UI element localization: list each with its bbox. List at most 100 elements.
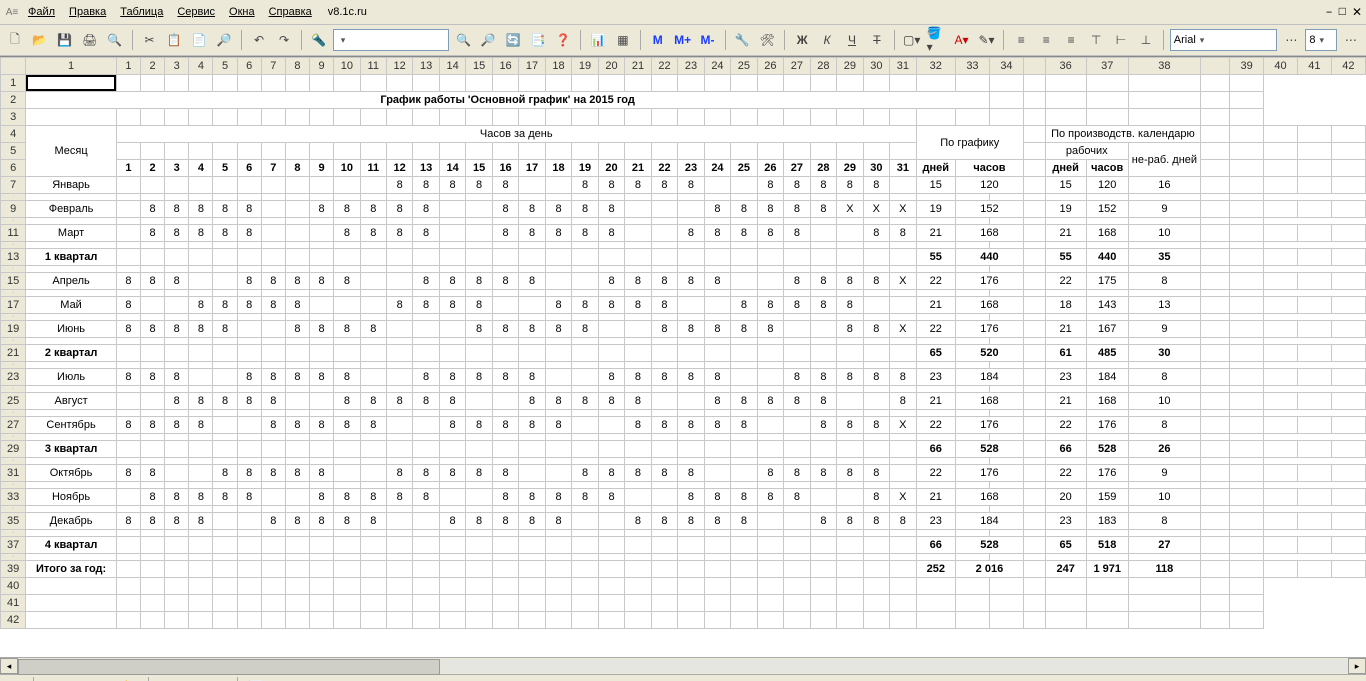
cell[interactable] — [837, 489, 863, 506]
cell[interactable] — [1264, 369, 1298, 386]
cell[interactable]: Х — [863, 201, 889, 218]
header-cell[interactable]: 31 — [1, 465, 26, 482]
cell[interactable]: 8 — [863, 417, 889, 434]
cell[interactable] — [916, 290, 955, 297]
cell[interactable]: 8 — [837, 321, 863, 338]
cell[interactable] — [545, 369, 571, 386]
cell[interactable]: 8 — [334, 513, 360, 530]
cell[interactable] — [285, 537, 309, 554]
cell[interactable] — [1230, 506, 1264, 513]
cell[interactable] — [625, 458, 651, 465]
cell[interactable] — [916, 410, 955, 417]
cell[interactable] — [360, 482, 386, 489]
cell[interactable] — [704, 338, 730, 345]
cell[interactable] — [757, 561, 783, 578]
cell[interactable] — [890, 109, 916, 126]
cell[interactable] — [213, 314, 237, 321]
cell[interactable] — [310, 290, 334, 297]
cell[interactable] — [598, 321, 624, 338]
cell[interactable] — [439, 554, 465, 561]
cell[interactable] — [466, 506, 492, 513]
cell[interactable]: 26 — [757, 160, 783, 177]
cell[interactable] — [651, 482, 677, 489]
cell[interactable] — [310, 537, 334, 554]
cell[interactable]: 30 — [863, 160, 889, 177]
cell[interactable] — [757, 554, 783, 561]
cell[interactable] — [165, 290, 189, 297]
cell[interactable] — [1023, 362, 1045, 369]
header-cell[interactable]: 11 — [1, 225, 26, 242]
cell[interactable] — [141, 290, 165, 297]
cell[interactable]: 8 — [651, 465, 677, 482]
cell[interactable] — [731, 578, 757, 595]
cell[interactable] — [519, 338, 545, 345]
cell[interactable]: 8 — [810, 297, 836, 314]
cell[interactable] — [261, 345, 285, 362]
cell[interactable] — [519, 242, 545, 249]
cell[interactable] — [285, 489, 309, 506]
cell[interactable] — [386, 314, 412, 321]
cell[interactable] — [116, 338, 140, 345]
cell[interactable] — [545, 218, 571, 225]
cell[interactable] — [625, 578, 651, 595]
cell[interactable] — [1201, 417, 1230, 434]
cell[interactable] — [955, 458, 989, 465]
cell[interactable]: 8 — [310, 489, 334, 506]
cell[interactable] — [545, 314, 571, 321]
cell[interactable] — [519, 345, 545, 362]
cell[interactable] — [784, 530, 810, 537]
cell[interactable] — [651, 143, 677, 160]
cell[interactable] — [26, 266, 117, 273]
cell[interactable] — [704, 561, 730, 578]
cell[interactable] — [1086, 362, 1128, 369]
cell[interactable] — [757, 578, 783, 595]
cell[interactable] — [519, 266, 545, 273]
cell[interactable] — [492, 482, 518, 489]
cell[interactable]: 8 — [165, 513, 189, 530]
cell[interactable] — [989, 458, 1023, 465]
cell[interactable] — [413, 314, 439, 321]
cell[interactable] — [625, 554, 651, 561]
cell[interactable]: 8 — [141, 513, 165, 530]
cell[interactable] — [237, 578, 261, 595]
cell[interactable]: рабочих — [1045, 143, 1128, 160]
cell[interactable] — [26, 595, 117, 612]
cell[interactable] — [237, 177, 261, 194]
cell[interactable]: 8 — [625, 513, 651, 530]
cell[interactable] — [678, 482, 704, 489]
cell[interactable] — [572, 537, 598, 554]
cell[interactable] — [598, 338, 624, 345]
cell[interactable] — [678, 266, 704, 273]
cell[interactable]: 8 — [890, 225, 916, 242]
cell[interactable] — [731, 143, 757, 160]
header-cell[interactable]: 20 — [1, 338, 26, 345]
cell[interactable]: 8 — [572, 393, 598, 410]
cell[interactable] — [310, 441, 334, 458]
cell[interactable] — [890, 506, 916, 513]
cell[interactable] — [863, 561, 889, 578]
cell[interactable] — [261, 201, 285, 218]
cell[interactable]: 22 — [651, 160, 677, 177]
cell[interactable] — [545, 177, 571, 194]
cell[interactable]: 8 — [704, 273, 730, 290]
header-cell[interactable]: 15 — [466, 58, 492, 75]
cell[interactable] — [704, 297, 730, 314]
cell[interactable] — [1023, 530, 1045, 537]
cell[interactable]: 485 — [1086, 345, 1128, 362]
cell[interactable] — [1023, 386, 1045, 393]
cell[interactable] — [731, 194, 757, 201]
cell[interactable] — [466, 386, 492, 393]
cell[interactable] — [757, 218, 783, 225]
cell[interactable] — [261, 441, 285, 458]
cell[interactable] — [116, 489, 140, 506]
cell[interactable] — [26, 362, 117, 369]
cell[interactable] — [1230, 160, 1264, 177]
cell[interactable] — [213, 338, 237, 345]
cell[interactable] — [651, 434, 677, 441]
cell[interactable] — [545, 441, 571, 458]
cell[interactable] — [285, 194, 309, 201]
cell[interactable]: 8 — [492, 513, 518, 530]
cell[interactable]: 184 — [955, 513, 1023, 530]
header-cell[interactable]: 23 — [678, 58, 704, 75]
cell[interactable]: 8 — [165, 393, 189, 410]
